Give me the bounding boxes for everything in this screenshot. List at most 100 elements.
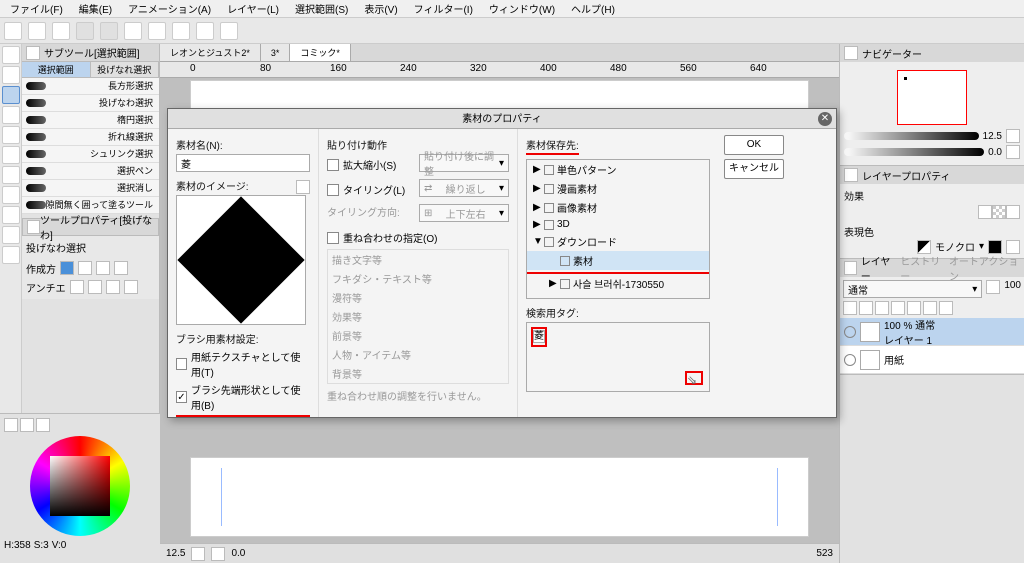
doc-tab[interactable]: 3* [261,44,291,61]
new-layer-icon[interactable] [923,301,937,315]
effect-icon[interactable] [978,205,992,219]
wand-icon[interactable] [2,126,20,144]
material-icon[interactable] [196,22,214,40]
ok-button[interactable]: OK [724,135,784,155]
menu-view[interactable]: 表示(V) [358,1,403,16]
brush-preview-icon[interactable] [296,180,310,194]
open-icon[interactable] [28,22,46,40]
aa-icon[interactable] [106,280,120,294]
menu-window[interactable]: ウィンドウ(W) [483,1,561,16]
swatch-icon[interactable] [4,418,18,432]
bg-icon[interactable] [1006,240,1020,254]
tree-item[interactable]: 素材 [527,251,709,270]
subtool-item[interactable]: 長方形選択 [22,78,159,95]
gradient-icon[interactable] [2,226,20,244]
layers-tab[interactable]: レイヤー [861,253,897,283]
tag-list[interactable]: 菱 [526,322,710,392]
effect-icon[interactable] [992,205,1006,219]
layer-icon[interactable] [220,22,238,40]
subtool-item[interactable]: 隙間無く囲って塗るツール [22,197,159,214]
gear-icon[interactable] [1006,129,1020,143]
menu-bar[interactable]: ファイル(F) 編集(E) アニメーション(A) レイヤー(L) 選択範囲(S)… [0,0,1024,18]
mode-icon[interactable] [114,261,128,275]
checkbox-icon[interactable] [327,159,339,171]
eye-icon[interactable] [844,326,856,338]
tree-item[interactable]: ▶사슬 브러쉬-1730550 [527,274,709,293]
mask-icon[interactable] [891,301,905,315]
repeat-select[interactable]: ⇄ 繰り返し▾ [419,179,509,197]
doc-tab[interactable]: レオンとジュスト2* [160,44,261,61]
overlay-item[interactable]: フキダシ・テキスト等 [328,269,508,288]
scale-checkbox-row[interactable]: 拡大縮小(S) [327,157,413,172]
subtool-item[interactable]: 投げなわ選択 [22,95,159,112]
fill-icon[interactable] [2,206,20,224]
move-icon[interactable] [2,66,20,84]
dialog-title-bar[interactable]: 素材のプロパティ ✕ [168,109,836,129]
effect-icon[interactable] [1006,205,1020,219]
direction-select[interactable]: ⊞ 上下左右▾ [419,204,509,222]
trash-icon[interactable] [939,301,953,315]
eraser-icon[interactable] [2,186,20,204]
rotate-slider[interactable] [844,148,984,156]
zoom-out-icon[interactable] [191,547,205,561]
navigator-thumb[interactable] [897,70,967,125]
overlay-item[interactable]: 前景等 [328,326,508,345]
subtool-item[interactable]: 楕円選択 [22,112,159,129]
copy-icon[interactable] [148,22,166,40]
swatch-icon[interactable] [20,418,34,432]
subtool-item[interactable]: 選択消し [22,180,159,197]
menu-edit[interactable]: 編集(E) [73,1,118,16]
subtool-tab-rect[interactable]: 選択範囲 [22,62,91,77]
paste-icon[interactable] [172,22,190,40]
subtool-tab-lasso[interactable]: 投げなれ選択 [91,62,160,77]
brush-icon[interactable] [2,166,20,184]
tree-item[interactable]: ▶画像素材 [527,198,709,217]
lock-icon[interactable] [875,301,889,315]
text-icon[interactable] [2,246,20,264]
tree-item[interactable]: ▶漫画素材 [527,179,709,198]
lasso-icon[interactable] [2,106,20,124]
tree-item[interactable]: ▼ダウンロード [527,232,709,251]
mode-icon[interactable] [78,261,92,275]
reset-icon[interactable] [1006,145,1020,159]
tag-chip[interactable]: 菱 [533,330,545,343]
add-tag-icon[interactable] [685,371,703,385]
zoom-in-icon[interactable] [211,547,225,561]
tree-item[interactable]: ▶3D [527,217,709,232]
swatch-icon[interactable] [36,418,50,432]
color-wheel[interactable] [30,436,130,536]
menu-layer[interactable]: レイヤー(L) [221,1,285,16]
zoom-slider[interactable] [844,132,979,140]
texture-checkbox-row[interactable]: 用紙テクスチャとして使用(T) [176,349,310,379]
overlay-item[interactable]: 描き文字等 [328,250,508,269]
aa-icon[interactable] [70,280,84,294]
cancel-button[interactable]: キャンセル [724,159,784,179]
menu-select[interactable]: 選択範囲(S) [289,1,354,16]
cut-icon[interactable] [124,22,142,40]
folder-tree[interactable]: ▶単色パターン▶漫画素材▶画像素材▶3D▼ダウンロード素材 ▶사슬 브러쉬-173… [526,159,710,299]
layer-row[interactable]: 用紙 [840,346,1024,374]
blend-mode-select[interactable]: 通常▾ [843,280,982,298]
subtool-item[interactable]: シュリンク選択 [22,146,159,163]
close-icon[interactable]: ✕ [818,112,832,126]
overlay-item[interactable]: 効果等 [328,307,508,326]
menu-filter[interactable]: フィルター(I) [408,1,479,16]
folder-icon[interactable] [907,301,921,315]
select-icon[interactable] [2,86,20,104]
lock-icon[interactable] [859,301,873,315]
tiling-checkbox-row[interactable]: タイリング(L) [327,182,413,197]
zoom-icon[interactable] [2,46,20,64]
checkbox-icon[interactable] [176,358,187,370]
overlay-item[interactable]: 背景等 [328,364,508,383]
fg-icon[interactable] [988,240,1002,254]
adjust-select[interactable]: 貼り付け後に調整▾ [419,154,509,172]
history-tab[interactable]: ヒストリー [900,253,945,283]
overlay-checkbox-row[interactable]: 重ね合わせの指定(O) [327,230,509,245]
menu-anim[interactable]: アニメーション(A) [122,1,217,16]
subtool-item[interactable]: 選択ペン [22,163,159,180]
checkbox-icon[interactable] [327,232,339,244]
menu-help[interactable]: ヘルプ(H) [565,1,621,16]
tree-item[interactable]: ▶単色パターン [527,160,709,179]
menu-file[interactable]: ファイル(F) [4,1,69,16]
checkbox-icon[interactable] [327,184,339,196]
